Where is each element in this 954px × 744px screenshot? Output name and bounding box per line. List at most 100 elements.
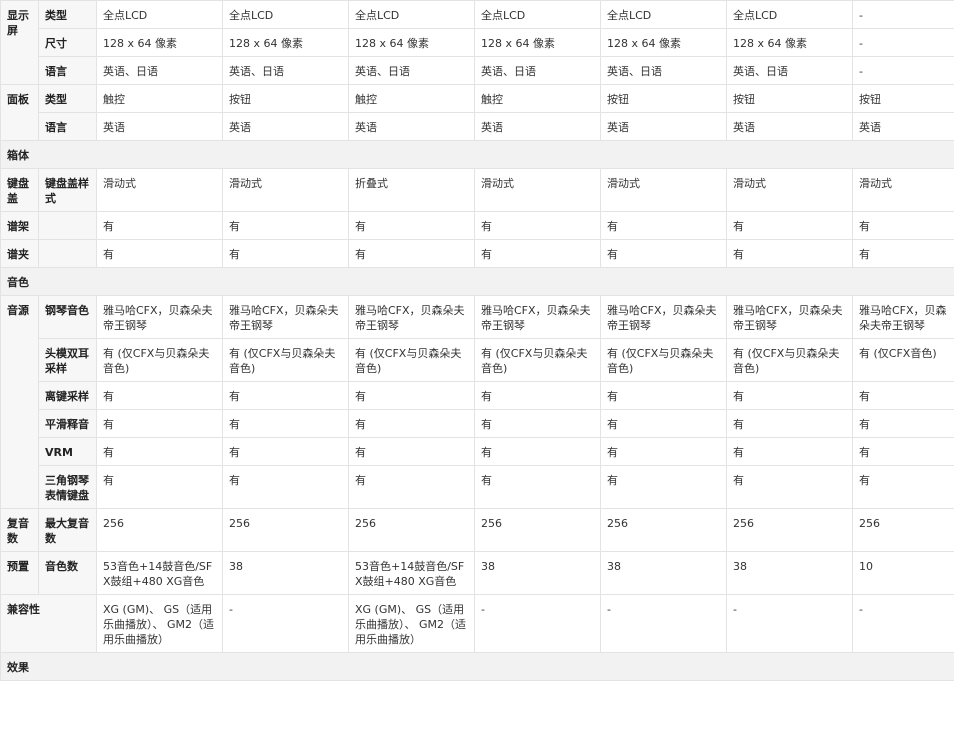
value-cell: 英语 [726, 112, 853, 141]
value-cell: 有 (仅CFX与贝森朵夫音色) [348, 338, 475, 382]
value-cell: 英语 [852, 112, 954, 141]
row-label: 平滑释音 [38, 409, 97, 438]
group-polyphony: 复音数 [0, 508, 39, 552]
group-display: 显示屏 [0, 0, 39, 85]
group-tone-generation: 音源 [0, 295, 39, 509]
row-label: 头模双耳采样 [38, 338, 97, 382]
value-cell: 有 [726, 437, 853, 466]
value-cell: 有 [600, 381, 727, 410]
value-cell: 有 [222, 211, 349, 240]
row-grand-expression: 三角钢琴表情键盘 有 有 有 有 有 有 有 [1, 465, 954, 509]
value-cell: 38 [600, 551, 727, 595]
value-cell: 按钮 [600, 84, 727, 113]
row-label: VRM [38, 437, 97, 466]
section-heading: 箱体 [0, 140, 954, 169]
value-cell: 有 [96, 437, 223, 466]
value-cell: 有 [726, 211, 853, 240]
value-cell: 雅马哈CFX，贝森朵夫帝王钢琴 [96, 295, 223, 339]
row-label-empty [38, 211, 97, 240]
value-cell: 有 [474, 211, 601, 240]
value-cell: 英语、日语 [726, 56, 853, 85]
value-cell: 有 [222, 381, 349, 410]
value-cell: 英语、日语 [348, 56, 475, 85]
value-cell: 英语 [222, 112, 349, 141]
value-cell: 有 [852, 409, 954, 438]
section-heading: 效果 [0, 652, 954, 681]
group-compatibility: 兼容性 [0, 594, 97, 653]
value-cell: 雅马哈CFX，贝森朵夫帝王钢琴 [600, 295, 727, 339]
value-cell: 有 [96, 465, 223, 509]
row-display-language: 语言 英语、日语 英语、日语 英语、日语 英语、日语 英语、日语 英语、日语 - [1, 56, 954, 85]
value-cell: XG (GM)、 GS（适用乐曲播放）、 GM2（适用乐曲播放） [348, 594, 475, 653]
value-cell: 38 [222, 551, 349, 595]
value-cell: 有 [600, 211, 727, 240]
row-panel-type: 面板 类型 触控 按钮 触控 触控 按钮 按钮 按钮 [0, 84, 954, 141]
value-cell: 英语 [348, 112, 475, 141]
value-cell: - [852, 28, 954, 57]
value-cell: 有 [222, 465, 349, 509]
row-label: 类型 [38, 84, 97, 113]
value-cell: 有 [222, 239, 349, 268]
row-display-size: 尺寸 128 x 64 像素 128 x 64 像素 128 x 64 像素 1… [1, 28, 954, 57]
value-cell: 有 [222, 409, 349, 438]
group-panel: 面板 [0, 84, 39, 141]
row-label: 语言 [38, 56, 97, 85]
value-cell: - [726, 594, 853, 653]
section-heading: 音色 [0, 267, 954, 296]
group-preset: 预置 [0, 551, 39, 595]
value-cell: 按钮 [852, 84, 954, 113]
value-cell: 按钮 [726, 84, 853, 113]
row-label: 三角钢琴表情键盘 [38, 465, 97, 509]
value-cell: 滑动式 [600, 168, 727, 212]
value-cell: 滑动式 [474, 168, 601, 212]
row-vrm: VRM 有 有 有 有 有 有 有 [1, 437, 954, 466]
value-cell: 有 (仅CFX与贝森朵夫音色) [726, 338, 853, 382]
value-cell: 128 x 64 像素 [600, 28, 727, 57]
value-cell: 有 [600, 465, 727, 509]
value-cell: 256 [726, 508, 853, 552]
value-cell: 触控 [348, 84, 475, 113]
group-music-rest: 谱架 [0, 211, 39, 240]
row-label: 键盘盖样式 [38, 168, 97, 212]
value-cell: 53音色+14鼓音色/SFX鼓组+480 XG音色 [348, 551, 475, 595]
section-voice: 音色 [0, 267, 954, 296]
value-cell: 有 [726, 409, 853, 438]
value-cell: 英语、日语 [96, 56, 223, 85]
value-cell: 256 [96, 508, 223, 552]
row-key-cover: 键盘盖 键盘盖样式 滑动式 滑动式 折叠式 滑动式 滑动式 滑动式 滑动式 [0, 168, 954, 212]
row-label: 语言 [38, 112, 97, 141]
value-cell: 38 [726, 551, 853, 595]
spec-table-body: 显示屏 类型 全点LCD 全点LCD 全点LCD 全点LCD 全点LCD 全点L… [0, 0, 954, 681]
value-cell: 有 (仅CFX与贝森朵夫音色) [600, 338, 727, 382]
value-cell: 有 [96, 211, 223, 240]
row-label: 音色数 [38, 551, 97, 595]
value-cell: 128 x 64 像素 [96, 28, 223, 57]
row-label: 离键采样 [38, 381, 97, 410]
value-cell: 按钮 [222, 84, 349, 113]
value-cell: 滑动式 [222, 168, 349, 212]
value-cell: 有 [96, 239, 223, 268]
value-cell: 触控 [474, 84, 601, 113]
value-cell: 滑动式 [852, 168, 954, 212]
spec-table: 显示屏 类型 全点LCD 全点LCD 全点LCD 全点LCD 全点LCD 全点L… [0, 0, 954, 681]
value-cell: 英语、日语 [474, 56, 601, 85]
row-music-rest: 谱架 有 有 有 有 有 有 有 [0, 211, 954, 240]
row-label: 最大复音数 [38, 508, 97, 552]
value-cell: 128 x 64 像素 [348, 28, 475, 57]
section-cabinet: 箱体 [0, 140, 954, 169]
value-cell: 全点LCD [600, 0, 727, 29]
row-polyphony: 复音数 最大复音数 256 256 256 256 256 256 256 [0, 508, 954, 552]
value-cell: 256 [222, 508, 349, 552]
value-cell: 雅马哈CFX，贝森朵夫帝王钢琴 [474, 295, 601, 339]
value-cell: 10 [852, 551, 954, 595]
value-cell: 有 [600, 239, 727, 268]
value-cell: 全点LCD [348, 0, 475, 29]
value-cell: 有 [96, 381, 223, 410]
value-cell: - [600, 594, 727, 653]
row-key-off-sampling: 离键采样 有 有 有 有 有 有 有 [1, 381, 954, 410]
value-cell: 全点LCD [726, 0, 853, 29]
row-label-empty [38, 239, 97, 268]
value-cell: 有 [726, 381, 853, 410]
value-cell: 滑动式 [726, 168, 853, 212]
value-cell: 全点LCD [222, 0, 349, 29]
